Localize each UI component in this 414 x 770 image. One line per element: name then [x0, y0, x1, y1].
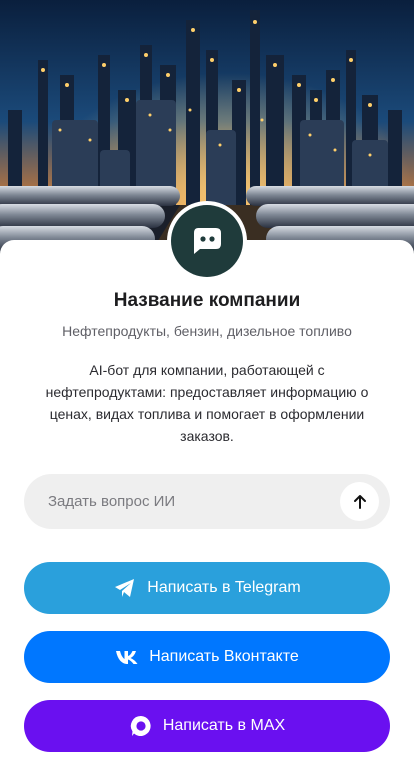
- ask-ai-box: [24, 474, 390, 529]
- avatar-badge: [171, 205, 243, 277]
- company-name: Название компании: [113, 290, 301, 311]
- arrow-up-icon: [351, 493, 369, 511]
- company-avatar: [167, 201, 247, 281]
- page: Название компании Нефтепродукты, бензин,…: [0, 0, 414, 770]
- send-button[interactable]: [340, 482, 379, 521]
- company-subtitle: Нефтепродукты, бензин, дизельное топливо: [62, 323, 352, 339]
- vk-button[interactable]: Написать Вконтакте: [24, 631, 390, 683]
- ask-ai-input[interactable]: [48, 474, 348, 529]
- company-description: AI-бот для компании, работающей с нефтеп…: [45, 362, 369, 444]
- chat-bot-icon: [190, 224, 224, 258]
- vk-icon: [115, 645, 139, 669]
- vk-button-label: Написать Вконтакте: [149, 648, 299, 665]
- max-icon: [129, 714, 153, 738]
- max-button-label: Написать в MAX: [162, 717, 286, 734]
- telegram-button[interactable]: Написать в Telegram: [24, 562, 390, 614]
- telegram-icon: [113, 576, 137, 600]
- telegram-button-label: Написать в Telegram: [147, 579, 301, 596]
- max-button[interactable]: Написать в MAX: [24, 700, 390, 752]
